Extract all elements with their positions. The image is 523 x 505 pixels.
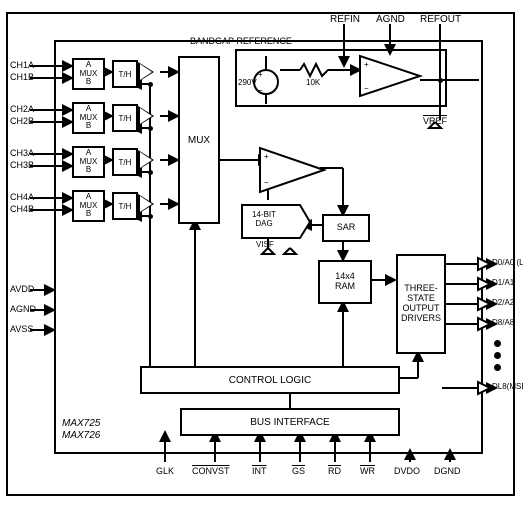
th-3: T/H xyxy=(112,148,138,176)
pin-vref: VREF xyxy=(423,116,447,126)
amux-1: A MUX B xyxy=(72,58,105,90)
th-4: T/H xyxy=(112,192,138,220)
pin-agnd-left: AGND xyxy=(10,304,36,314)
part-model-1: MAX725 xyxy=(62,418,100,429)
pin-ch3b: CH3B xyxy=(10,160,34,170)
part-model-2: MAX726 xyxy=(62,430,100,441)
control-logic-block: CONTROL LOGIC xyxy=(140,366,400,394)
sar-block: SAR xyxy=(322,214,370,242)
buffer-icon-2 xyxy=(138,106,154,126)
visf-label: VISF xyxy=(256,240,274,249)
pin-d8: D8/A8 xyxy=(492,318,514,327)
dac-block: 14-BIT DAG xyxy=(252,210,276,228)
amux-2: AMUXB xyxy=(72,102,105,134)
junction-dot xyxy=(438,78,443,83)
junction-dot xyxy=(148,126,153,131)
pin-glk: GLK xyxy=(156,466,174,476)
th-2: T/H xyxy=(112,104,138,132)
pin-int: INT xyxy=(252,466,267,476)
bus-interface-block: BUS INTERFACE xyxy=(180,408,400,436)
vsrc-plus: + xyxy=(258,70,263,79)
pin-ch4a: CH4A xyxy=(10,192,34,202)
pin-ch2b: CH2B xyxy=(10,116,34,126)
junction-dot xyxy=(148,214,153,219)
th-1: T/H xyxy=(112,60,138,88)
buffer-icon-4 xyxy=(138,194,154,214)
ellipsis-dot xyxy=(494,352,501,359)
pin-ch3a: CH3A xyxy=(10,148,34,158)
pin-d2: D2/A2 xyxy=(492,298,514,307)
pin-ch4b: CH4B xyxy=(10,204,34,214)
amux-3: AMUXB xyxy=(72,146,105,178)
mux-block: MUX xyxy=(178,56,220,224)
pin-avss: AVSS xyxy=(10,324,33,334)
vsrc-minus: − xyxy=(258,86,263,95)
opamp-plus: + xyxy=(364,60,369,69)
pin-avdd: AVDD xyxy=(10,284,34,294)
v290-label: 290V xyxy=(238,78,257,87)
comp-minus: − xyxy=(264,178,269,187)
ellipsis-dot xyxy=(494,364,501,371)
amux-b: B xyxy=(86,78,91,87)
pin-refout: REFOUT xyxy=(420,14,461,25)
pin-agnd-top: AGND xyxy=(376,14,405,25)
ellipsis-dot xyxy=(494,340,501,347)
buffer-icon-1 xyxy=(138,62,154,82)
bandgap-label: BANDGAP REFERENCE xyxy=(190,36,292,46)
ram-block: 14x4 RAM xyxy=(318,260,372,304)
junction-dot xyxy=(148,170,153,175)
pin-wr: WR xyxy=(360,466,375,476)
pin-dl8: DL8(MSB) xyxy=(492,382,523,391)
pin-ch1a: CH1A xyxy=(10,60,34,70)
pin-gs: GS xyxy=(292,466,305,476)
pin-dgnd: DGND xyxy=(434,466,461,476)
drivers-block: THREE- STATE OUTPUT DRIVERS xyxy=(396,254,446,354)
buffer-icon-3 xyxy=(138,150,154,170)
opamp-minus: − xyxy=(364,84,369,93)
r10k-label: 10K xyxy=(306,78,320,87)
pin-d1: D1/A1 xyxy=(492,278,514,287)
pin-ch1b: CH1B xyxy=(10,72,34,82)
junction-dot xyxy=(148,82,153,87)
pin-rd: RD xyxy=(328,466,341,476)
amux-4: AMUXB xyxy=(72,190,105,222)
pin-convst: CONVST xyxy=(192,466,230,476)
comp-plus: + xyxy=(264,152,269,161)
pin-ch2a: CH2A xyxy=(10,104,34,114)
pin-dvdo: DVDO xyxy=(394,466,420,476)
pin-refin: REFIN xyxy=(330,14,360,25)
pin-d0: D0/A0 (LSB) xyxy=(492,258,523,267)
